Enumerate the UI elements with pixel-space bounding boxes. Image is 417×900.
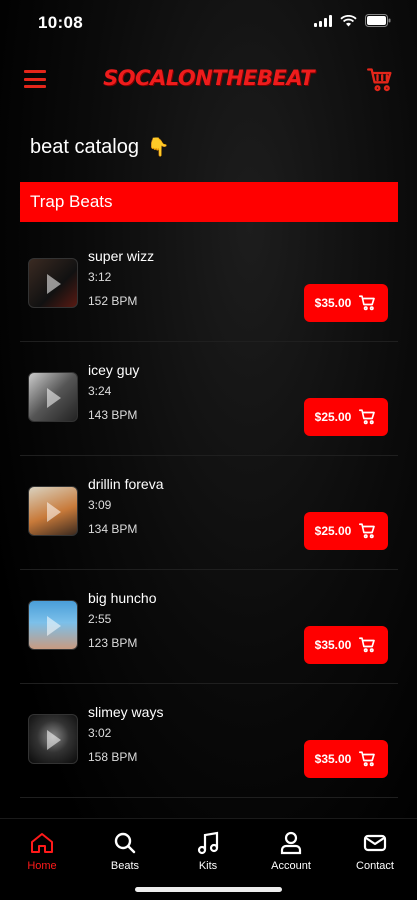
beat-name: big huncho [88, 590, 157, 606]
search-icon [114, 832, 136, 854]
beat-row: super wizz 3:12 152 BPM $35.00 [20, 228, 398, 342]
beat-artwork[interactable] [28, 600, 78, 650]
tab-label: Kits [198, 860, 218, 872]
add-to-cart-button[interactable]: $35.00 [304, 626, 388, 664]
beat-artwork[interactable] [28, 372, 78, 422]
beat-artwork[interactable] [28, 258, 78, 308]
beat-duration: 3:02 [88, 726, 112, 740]
cart-icon [359, 637, 376, 653]
tab-contact[interactable]: Contact [335, 831, 415, 872]
beat-name: icey guy [88, 362, 140, 378]
beat-row: big huncho 2:55 123 BPM $35.00 [20, 570, 398, 684]
catalog-title-text: beat catalog [30, 136, 139, 158]
tab-label: Home [27, 860, 57, 872]
beat-duration: 3:09 [88, 498, 112, 512]
play-icon [47, 502, 61, 522]
tab-kits[interactable]: Kits [168, 831, 248, 872]
beat-duration: 3:12 [88, 270, 112, 284]
beat-bpm: 123 BPM [88, 636, 138, 650]
beat-list: super wizz 3:12 152 BPM $35.00 icey guy … [20, 228, 398, 798]
add-to-cart-button[interactable]: $35.00 [304, 284, 388, 322]
tab-account[interactable]: Account [251, 831, 331, 872]
price-label: $35.00 [314, 296, 352, 310]
add-to-cart-button[interactable]: $25.00 [304, 398, 388, 436]
cart-icon [359, 295, 376, 311]
tab-home[interactable]: Home [2, 831, 82, 872]
cart-icon[interactable] [367, 66, 395, 94]
beat-duration: 2:55 [88, 612, 112, 626]
beat-name: slimey ways [88, 704, 164, 720]
beat-bpm: 143 BPM [88, 408, 138, 422]
cart-icon [359, 409, 376, 425]
beat-bpm: 158 BPM [88, 750, 138, 764]
beat-bpm: 134 BPM [88, 522, 138, 536]
beat-duration: 3:24 [88, 384, 112, 398]
price-label: $25.00 [314, 410, 352, 424]
status-bar: 10:08 [0, 0, 417, 48]
price-label: $35.00 [314, 752, 352, 766]
battery-icon [365, 14, 391, 27]
brand-logo: SOCALONTHEBEAT [103, 66, 314, 90]
cart-icon [359, 751, 376, 767]
tab-beats[interactable]: Beats [85, 831, 165, 872]
price-label: $35.00 [314, 638, 352, 652]
music-note-icon [197, 831, 219, 855]
tab-label: Contact [356, 860, 394, 872]
beat-name: drillin foreva [88, 476, 164, 492]
mail-icon [363, 834, 387, 852]
app-header: SOCALONTHEBEAT [0, 60, 417, 104]
category-header-trap-beats[interactable]: Trap Beats [20, 182, 398, 222]
beat-artwork[interactable] [28, 714, 78, 764]
beat-row: icey guy 3:24 143 BPM $25.00 [20, 342, 398, 456]
app-screen: 10:08 SOCALONTHEBEAT beat catalog 👇 Trap… [0, 0, 417, 900]
home-indicator[interactable] [135, 887, 282, 892]
pointing-down-emoji: 👇 [146, 137, 170, 157]
beat-artwork[interactable] [28, 486, 78, 536]
beat-name: super wizz [88, 248, 155, 264]
tab-label: Account [271, 860, 311, 872]
play-icon [47, 730, 61, 750]
play-icon [47, 274, 61, 294]
signal-icon [314, 14, 332, 27]
beat-row: drillin foreva 3:09 134 BPM $25.00 [20, 456, 398, 570]
tab-label: Beats [110, 860, 140, 872]
cart-icon [359, 523, 376, 539]
play-icon [47, 388, 61, 408]
price-label: $25.00 [314, 524, 352, 538]
user-icon [280, 831, 302, 855]
wifi-icon [340, 14, 357, 26]
tab-bar: Home Beats Kits Account Contact [0, 818, 417, 900]
beat-bpm: 152 BPM [88, 294, 138, 308]
add-to-cart-button[interactable]: $35.00 [304, 740, 388, 778]
add-to-cart-button[interactable]: $25.00 [304, 512, 388, 550]
play-icon [47, 616, 61, 636]
catalog-title: beat catalog 👇 [30, 136, 169, 159]
beat-row: slimey ways 3:02 158 BPM $35.00 [20, 684, 398, 798]
home-icon [31, 833, 53, 853]
status-time: 10:08 [38, 13, 83, 32]
status-icons [314, 14, 391, 27]
